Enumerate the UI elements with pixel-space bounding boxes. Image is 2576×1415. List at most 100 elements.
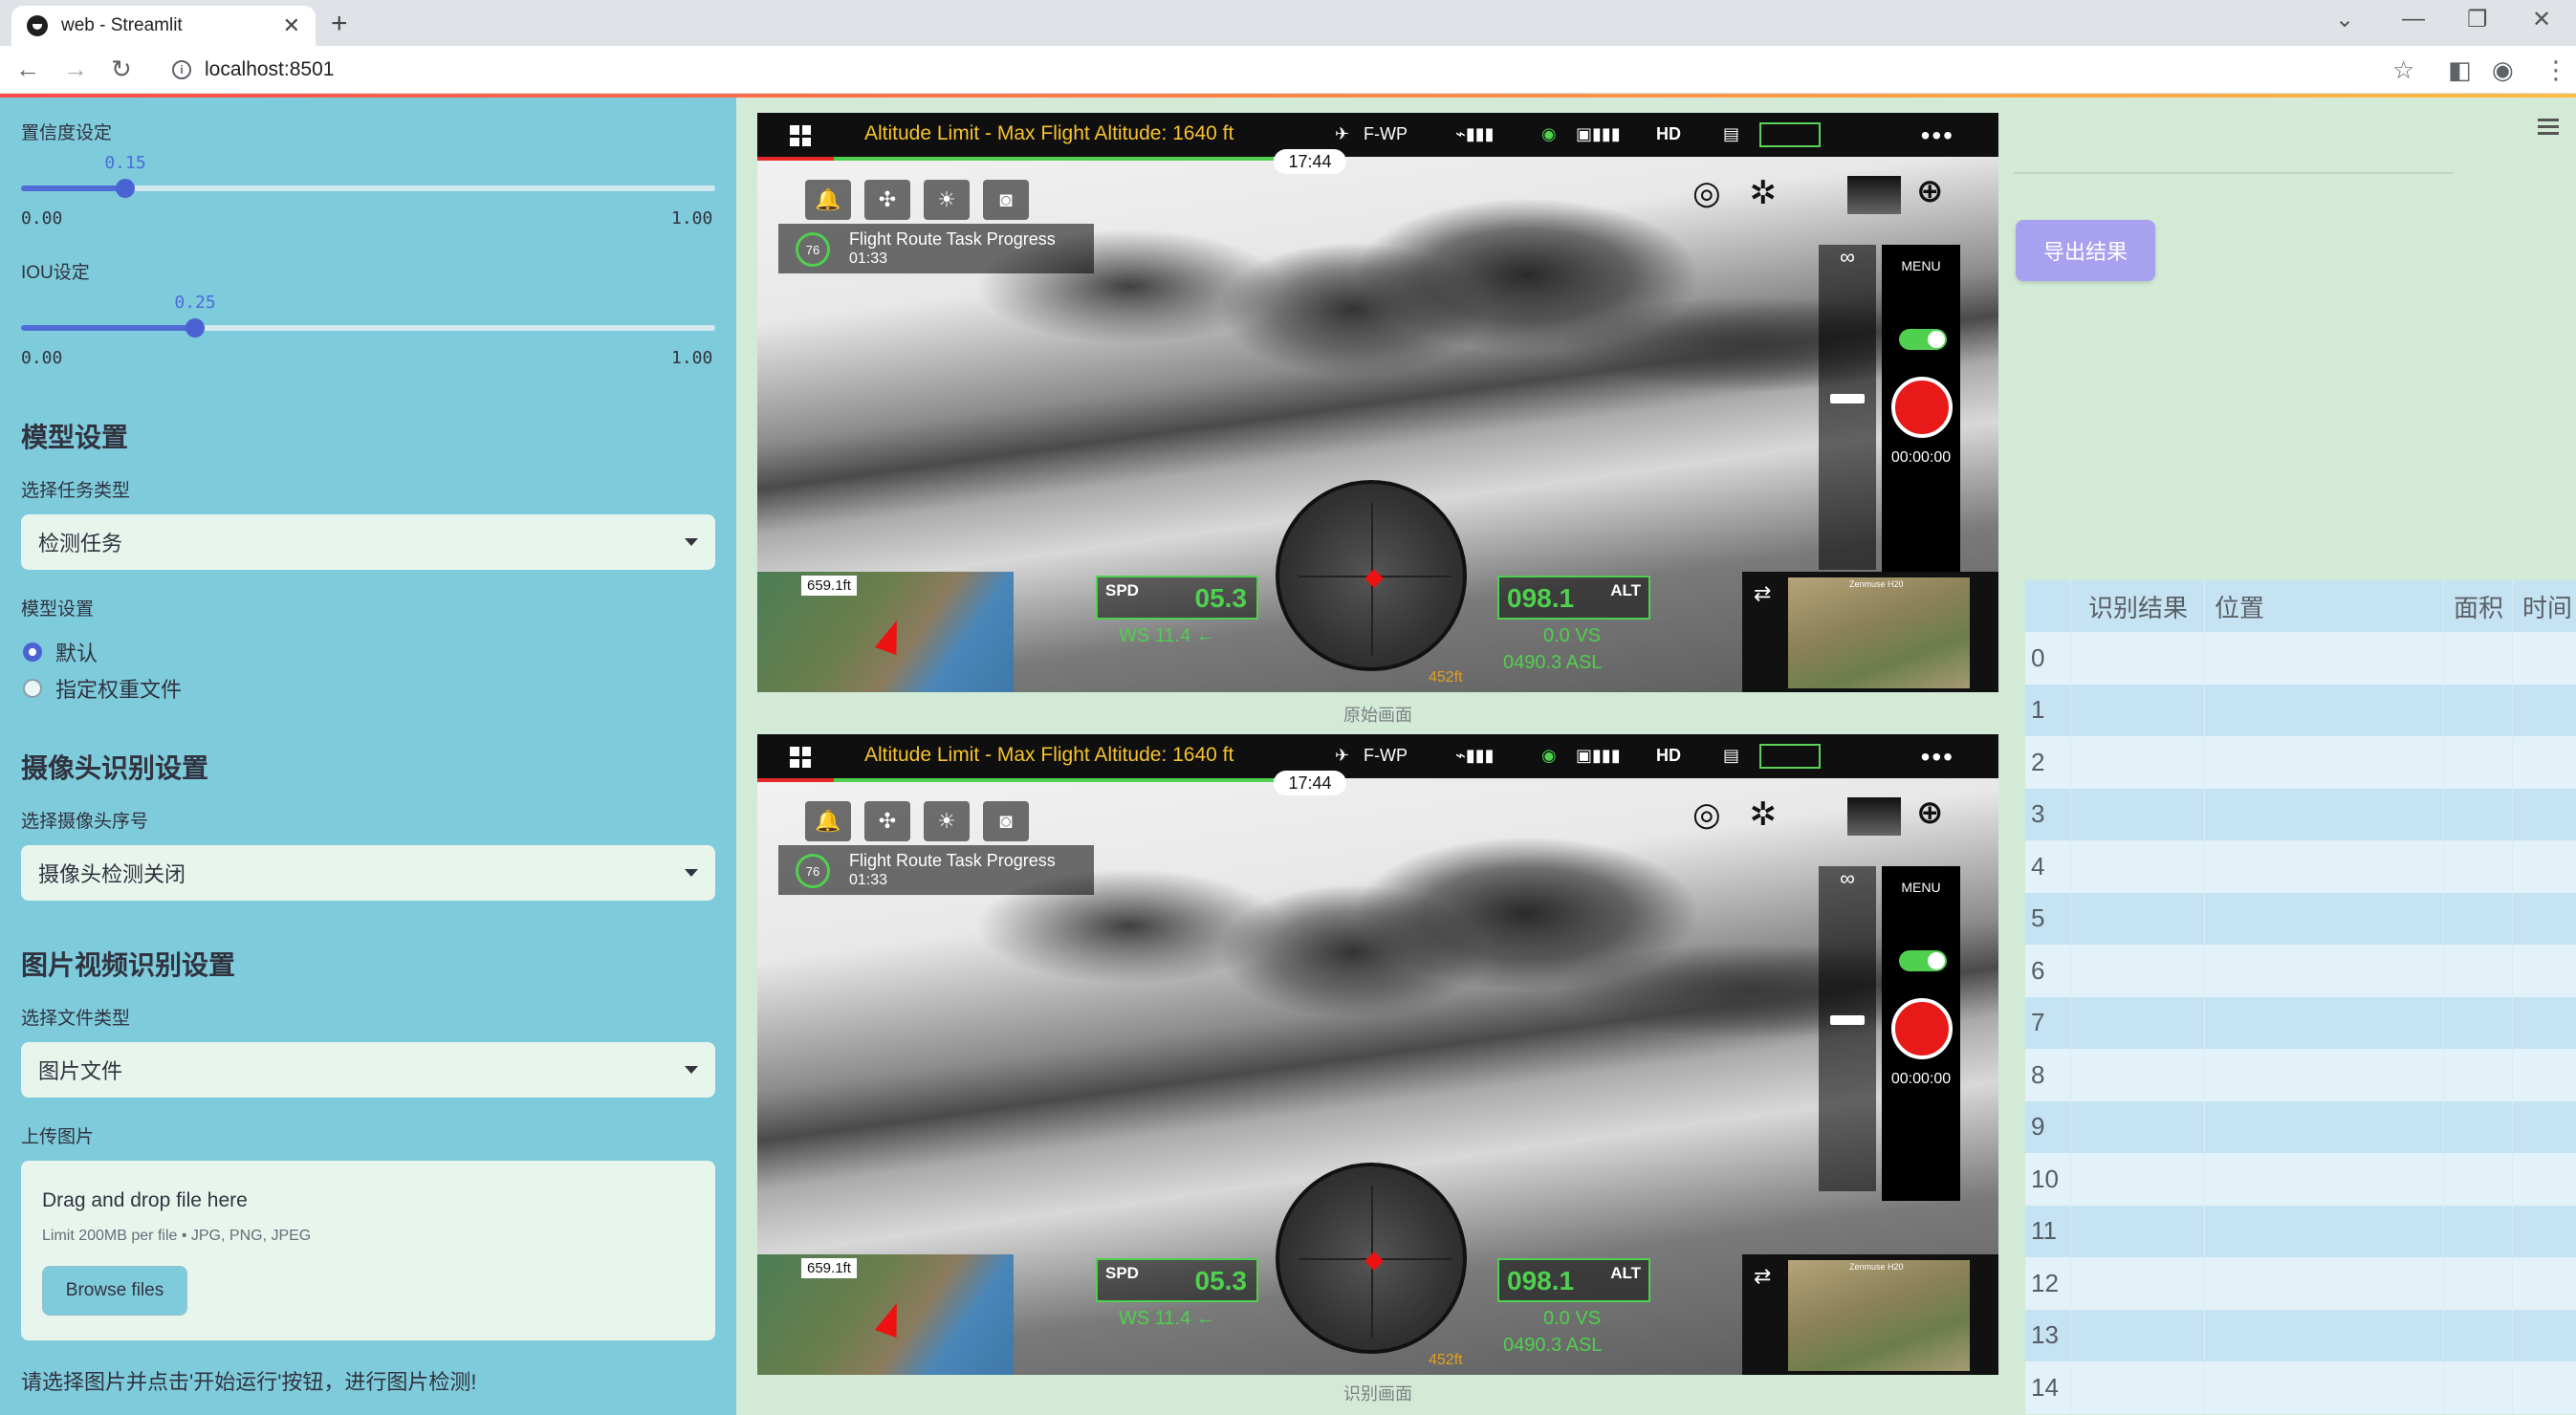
cell-area[interactable] — [2444, 1100, 2513, 1153]
palette-icon[interactable] — [1847, 176, 1901, 214]
file-uploader-dropzone[interactable]: Drag and drop file here Limit 200MB per … — [21, 1161, 715, 1340]
table-row[interactable]: 12 — [2025, 1257, 2576, 1310]
apps-grid-icon[interactable] — [790, 747, 811, 768]
swap-icon[interactable]: ⇄ — [1754, 581, 1771, 606]
zoom-search-icon[interactable]: ⊕ — [1916, 794, 1944, 832]
camera-icon[interactable]: ◙ — [983, 801, 1029, 841]
table-row[interactable]: 9 — [2025, 1100, 2576, 1153]
export-results-button[interactable]: 导出结果 — [2016, 220, 2155, 281]
cell-area[interactable] — [2444, 945, 2513, 997]
cell-area[interactable] — [2444, 684, 2513, 736]
cell-result[interactable] — [2071, 996, 2205, 1049]
cell-position[interactable] — [2205, 1100, 2444, 1153]
cell-result[interactable] — [2071, 1205, 2205, 1257]
cell-area[interactable] — [2444, 1257, 2513, 1310]
cell-result[interactable] — [2071, 892, 2205, 945]
zoom-search-icon[interactable]: ⊕ — [1916, 172, 1944, 210]
cell-result[interactable] — [2071, 1049, 2205, 1101]
cell-area[interactable] — [2444, 632, 2513, 685]
cell-result[interactable] — [2071, 788, 2205, 840]
cell-result[interactable] — [2071, 1100, 2205, 1153]
cell-area[interactable] — [2444, 1153, 2513, 1206]
table-row[interactable]: 2 — [2025, 736, 2576, 789]
cell-time[interactable] — [2513, 1049, 2576, 1101]
minimap[interactable]: 659.1ft — [757, 572, 1014, 692]
cell-time[interactable] — [2513, 789, 2576, 841]
cell-position[interactable] — [2205, 840, 2444, 893]
cell-result[interactable] — [2071, 632, 2205, 685]
tab-search-icon[interactable]: ⌄ — [2335, 6, 2354, 33]
table-row[interactable]: 4 — [2025, 840, 2576, 893]
zoom-slider-handle[interactable] — [1830, 394, 1865, 403]
cell-area[interactable] — [2444, 840, 2513, 893]
cell-time[interactable] — [2513, 1153, 2576, 1206]
cell-position[interactable] — [2205, 632, 2444, 685]
iou-slider-thumb[interactable] — [185, 318, 205, 337]
brightness-icon[interactable]: ✲ — [1750, 795, 1778, 834]
cell-time[interactable] — [2513, 840, 2576, 893]
table-row[interactable]: 0 — [2025, 632, 2576, 685]
cell-result[interactable] — [2071, 684, 2205, 736]
ffc-icon[interactable]: ◎ — [1692, 174, 1721, 212]
cell-time[interactable] — [2513, 632, 2576, 685]
cell-position[interactable] — [2205, 1361, 2444, 1414]
minimize-icon[interactable]: — — [2402, 6, 2425, 33]
swap-icon[interactable]: ⇄ — [1754, 1264, 1771, 1289]
cell-time[interactable] — [2513, 1310, 2576, 1362]
table-row[interactable]: 8 — [2025, 1049, 2576, 1101]
table-row[interactable]: 10 — [2025, 1153, 2576, 1206]
cell-result[interactable] — [2071, 1257, 2205, 1310]
profile-avatar-icon[interactable]: ◉ — [2492, 55, 2514, 85]
cell-position[interactable] — [2205, 1153, 2444, 1206]
column-header-area[interactable]: 面积 — [2444, 580, 2513, 632]
cell-area[interactable] — [2444, 1205, 2513, 1257]
cell-result[interactable] — [2071, 1309, 2205, 1361]
cell-time[interactable] — [2513, 1206, 2576, 1258]
menu-button[interactable]: MENU — [1882, 880, 1960, 895]
cell-area[interactable] — [2444, 788, 2513, 840]
side-panel-icon[interactable]: ◧ — [2448, 55, 2472, 85]
minimap[interactable]: 659.1ft — [757, 1254, 1014, 1375]
camera-icon[interactable]: ◙ — [983, 180, 1029, 220]
column-header-position[interactable]: 位置 — [2205, 580, 2444, 632]
table-row[interactable]: 6 — [2025, 945, 2576, 997]
more-options-icon[interactable]: ••• — [1921, 120, 1954, 151]
cell-area[interactable] — [2444, 1309, 2513, 1361]
cell-position[interactable] — [2205, 1309, 2444, 1361]
cell-result[interactable] — [2071, 945, 2205, 997]
cell-area[interactable] — [2444, 996, 2513, 1049]
table-row[interactable]: 5 — [2025, 892, 2576, 946]
table-row[interactable]: 13 — [2025, 1309, 2576, 1362]
cell-area[interactable] — [2444, 736, 2513, 789]
cell-result[interactable] — [2071, 1153, 2205, 1206]
site-info-icon[interactable]: i — [172, 60, 191, 79]
column-header-index[interactable] — [2025, 580, 2071, 632]
cell-position[interactable] — [2205, 684, 2444, 736]
table-row[interactable]: 3 — [2025, 788, 2576, 841]
gimbal-icon[interactable]: ✣ — [864, 801, 910, 841]
radio-selected-icon[interactable] — [23, 642, 42, 662]
file-type-select[interactable]: 图片文件 — [21, 1042, 715, 1098]
brightness-icon[interactable]: ✲ — [1750, 174, 1778, 212]
cell-time[interactable] — [2513, 997, 2576, 1050]
cell-result[interactable] — [2071, 840, 2205, 893]
bell-icon[interactable]: 🔔 — [805, 180, 851, 220]
secondary-feed[interactable]: ⇄ Zenmuse H20 — [1742, 572, 1998, 692]
cell-position[interactable] — [2205, 945, 2444, 997]
cell-time[interactable] — [2513, 893, 2576, 946]
url-field[interactable]: i localhost:8501 — [157, 52, 2375, 88]
confidence-slider-thumb[interactable] — [115, 179, 135, 198]
cell-position[interactable] — [2205, 892, 2444, 945]
cell-position[interactable] — [2205, 1257, 2444, 1310]
hamburger-menu-icon[interactable] — [2538, 119, 2559, 139]
cell-position[interactable] — [2205, 996, 2444, 1049]
radio-default[interactable]: 默认 — [23, 637, 98, 667]
bookmark-star-icon[interactable]: ☆ — [2392, 55, 2414, 85]
table-row[interactable]: 7 — [2025, 996, 2576, 1050]
bell-icon[interactable]: 🔔 — [805, 801, 851, 841]
gimbal-icon[interactable]: ✣ — [864, 180, 910, 220]
light-icon[interactable]: ☀ — [924, 801, 970, 841]
apps-grid-icon[interactable] — [790, 125, 811, 146]
cell-time[interactable] — [2513, 736, 2576, 789]
cell-time[interactable] — [2513, 945, 2576, 997]
